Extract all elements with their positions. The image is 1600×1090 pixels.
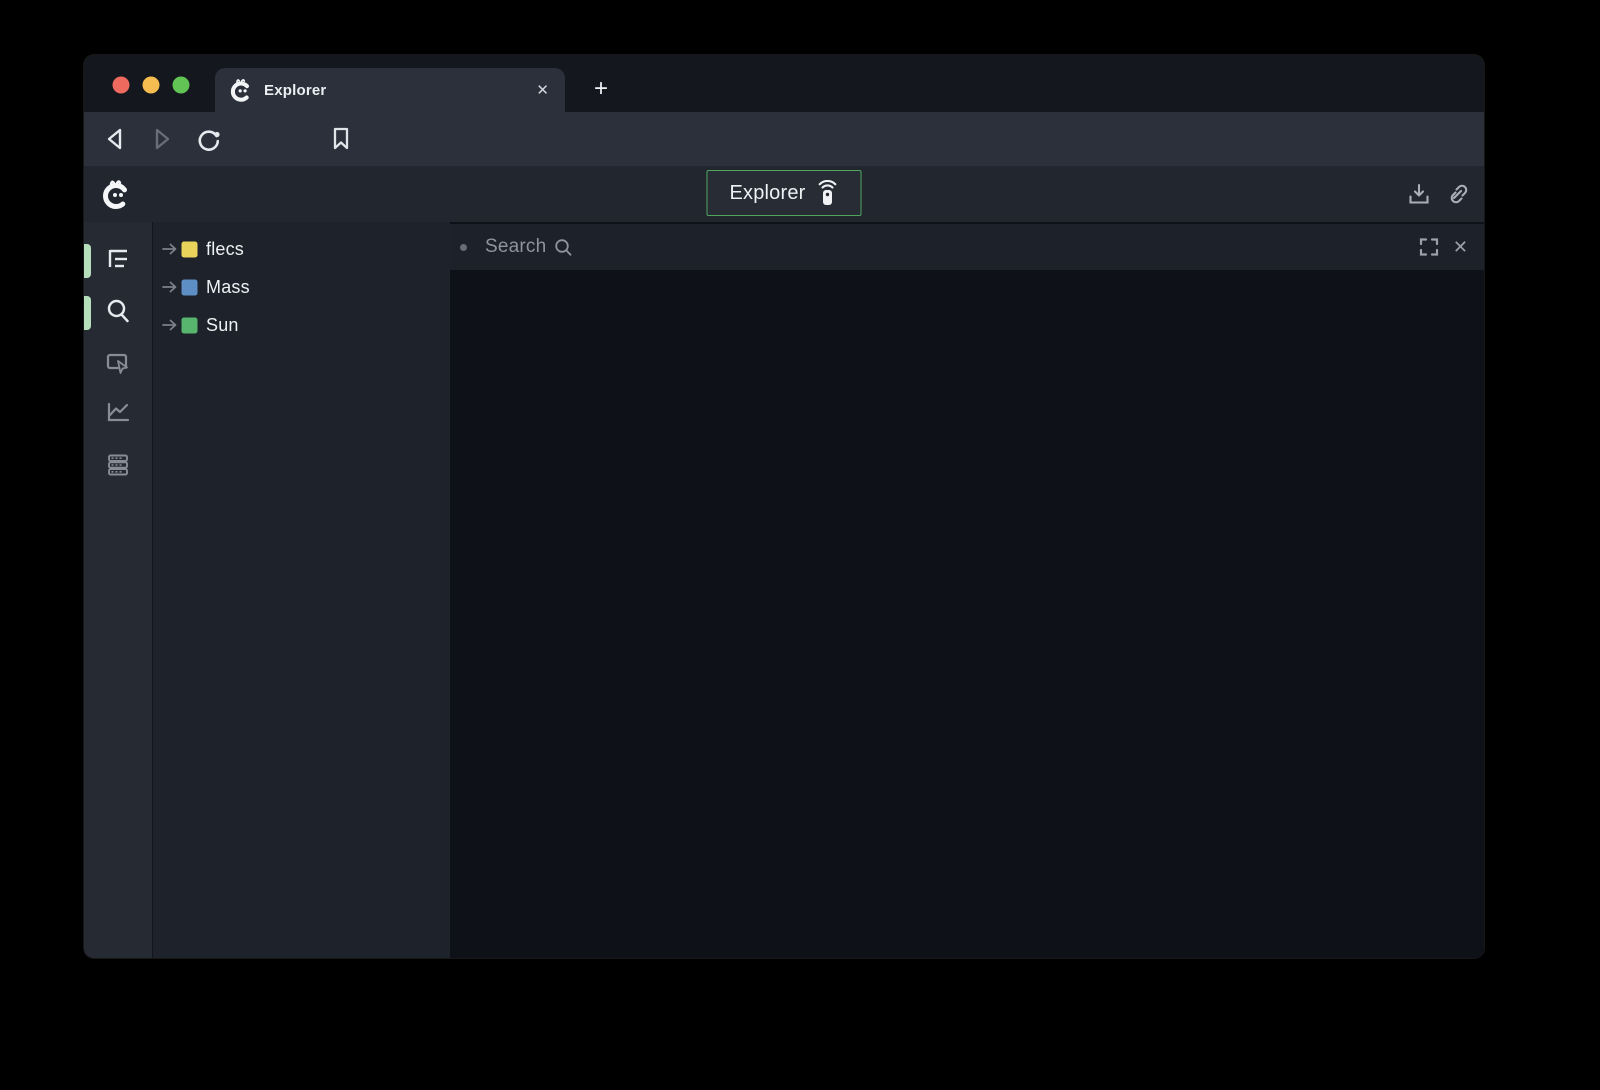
search-panel-actions: ✕ — [1419, 237, 1468, 257]
tab-title: Explorer — [264, 82, 326, 99]
zoom-window-button[interactable] — [173, 77, 190, 94]
flecs-favicon-icon — [228, 77, 254, 103]
app-content: flecs Mass Sun — [84, 222, 1484, 958]
expand-arrow-icon[interactable] — [161, 318, 179, 332]
app-header-actions — [1408, 166, 1468, 222]
active-indicator-tree — [84, 244, 91, 278]
browser-tab[interactable]: Explorer ✕ — [215, 68, 565, 112]
tree-view-icon[interactable] — [105, 246, 131, 272]
search-icon — [554, 238, 573, 257]
traffic-lights — [112, 76, 222, 94]
expand-arrow-icon[interactable] — [161, 242, 179, 256]
tree-item-label: flecs — [206, 239, 244, 260]
flecs-logo-icon — [99, 177, 133, 211]
close-window-button[interactable] — [113, 77, 130, 94]
remote-connection-icon — [817, 180, 839, 206]
tree-item-sun[interactable]: Sun — [153, 306, 450, 344]
new-tab-button[interactable]: + — [587, 76, 615, 104]
forward-button[interactable] — [149, 126, 175, 152]
app-title: Explorer — [729, 182, 805, 205]
chart-view-icon[interactable] — [105, 399, 131, 425]
entity-color-swatch — [181, 317, 198, 334]
copy-link-icon[interactable] — [1444, 183, 1468, 205]
app-header: Explorer — [84, 166, 1484, 222]
download-icon[interactable] — [1408, 183, 1430, 205]
tree-item-label: Mass — [206, 277, 250, 298]
app-title-button[interactable]: Explorer — [707, 170, 862, 216]
minimize-window-button[interactable] — [143, 77, 160, 94]
entity-color-swatch — [181, 241, 198, 258]
tab-bar: Explorer ✕ + — [84, 55, 1484, 112]
bookmark-icon[interactable] — [328, 126, 354, 152]
main-panel: Search ✕ — [450, 222, 1484, 958]
tree-item-label: Sun — [206, 315, 239, 336]
back-button[interactable] — [102, 126, 128, 152]
search-view-icon[interactable] — [105, 298, 131, 324]
close-panel-icon[interactable]: ✕ — [1453, 238, 1468, 256]
active-indicator-search — [84, 296, 91, 330]
search-panel-title-group[interactable]: Search — [485, 236, 573, 258]
search-panel-header: Search ✕ — [450, 224, 1484, 270]
tree-item-flecs[interactable]: flecs — [153, 230, 450, 268]
inspect-view-icon[interactable] — [105, 350, 131, 376]
icon-rail — [84, 222, 152, 958]
browser-toolbar: flecs.dev/explorer/ — [84, 112, 1484, 166]
browser-window: Explorer ✕ + flecs.dev/explorer/ — [84, 55, 1484, 958]
entity-color-swatch — [181, 279, 198, 296]
table-view-icon[interactable] — [105, 452, 131, 478]
status-dot — [460, 244, 467, 251]
tree-item-mass[interactable]: Mass — [153, 268, 450, 306]
tree-panel: flecs Mass Sun — [152, 222, 450, 958]
reload-button[interactable] — [196, 126, 222, 152]
expand-arrow-icon[interactable] — [161, 280, 179, 294]
fullscreen-icon[interactable] — [1419, 237, 1439, 257]
search-panel-title: Search — [485, 236, 546, 258]
tab-close-icon[interactable]: ✕ — [536, 81, 549, 99]
